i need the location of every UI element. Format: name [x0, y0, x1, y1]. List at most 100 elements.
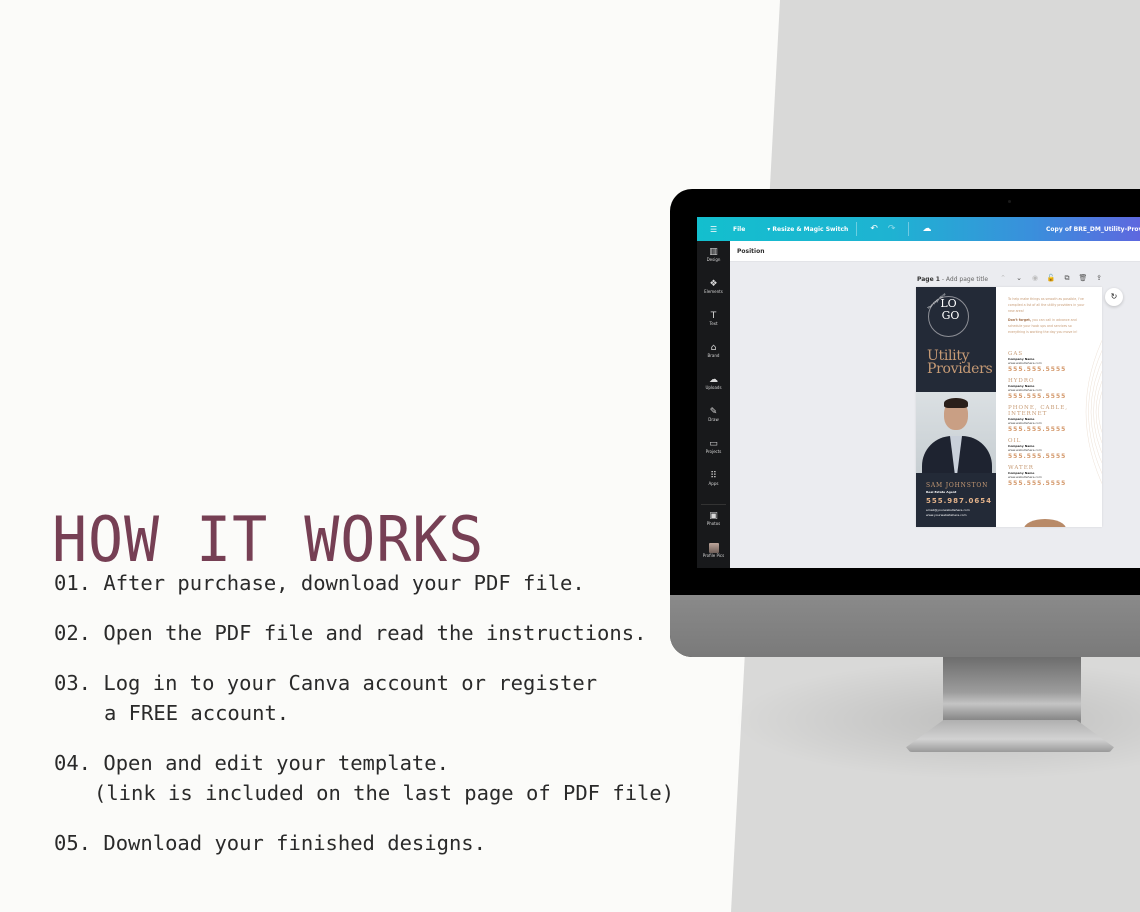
sidebar-item-label: Draw: [708, 417, 719, 422]
step-text: Open and edit your template.: [103, 751, 449, 775]
step-number: 04.: [54, 751, 92, 775]
page-number: Page 1: [917, 276, 940, 283]
sidebar-item-elements[interactable]: ❖ Elements: [697, 279, 730, 295]
sidebar-divider: [701, 504, 726, 505]
utility-item: PHONE, CABLE, INTERNET Company Name www.we…: [1008, 405, 1068, 433]
step-text: Open the PDF file and read the instructi…: [103, 621, 647, 645]
lock-icon[interactable]: 🔓: [1043, 274, 1059, 282]
utility-item: WATER Company Name www.websitehere.com 555.…: [1008, 465, 1067, 487]
utility-item: HYDRO Company Name www.websitehere.com 555.…: [1008, 378, 1067, 400]
draw-pen-icon: ✎: [709, 407, 718, 417]
sidebar-item-projects[interactable]: ▭ Projects: [697, 439, 730, 455]
sidebar-item-label: Text: [709, 321, 718, 326]
agent-website: www.yourwebsitehere.com: [926, 513, 967, 517]
design-left-column: Your Logo Here LO GO Utility Providers S…: [916, 287, 996, 527]
sidebar-item-uploads[interactable]: ☁ Uploads: [697, 375, 730, 391]
agent-name: SAM JOHNSTON: [926, 482, 989, 489]
refresh-icon[interactable]: ↻: [1105, 288, 1123, 306]
text-icon: T: [710, 311, 717, 321]
sidebar-item-photos[interactable]: ▣ Photos: [697, 511, 730, 527]
step-item: 05. Download your finished designs.: [54, 828, 674, 858]
profile-pic-thumbnail-icon: [708, 543, 719, 553]
step-continuation: (link is included on the last page of PD…: [94, 781, 675, 805]
cloud-save-icon[interactable]: ☁: [922, 224, 931, 234]
step-item: 01. After purchase, download your PDF fi…: [54, 568, 674, 598]
agent-role: Real Estate Agent: [926, 490, 957, 494]
move-down-icon[interactable]: ⌄: [1011, 274, 1027, 282]
step-continuation: a FREE account.: [104, 701, 290, 725]
sidebar-item-draw[interactable]: ✎ Draw: [697, 407, 730, 423]
document-title[interactable]: Copy of BRE_DM_Utility-Provid: [1046, 226, 1140, 233]
sidebar-item-brand[interactable]: ⌂ Brand: [697, 343, 730, 359]
folder-icon: ▭: [709, 439, 718, 449]
agent-info-panel: SAM JOHNSTON Real Estate Agent 555.987.0…: [916, 473, 996, 527]
sidebar-item-label: Brand: [707, 353, 720, 358]
camera-icon: [1008, 200, 1011, 203]
upload-cloud-icon: ☁: [709, 375, 718, 385]
agent-email: email@yourwebsitehere.com: [926, 508, 970, 512]
decorative-arcs: [1085, 340, 1102, 484]
sidebar-item-label: Photos: [706, 521, 721, 526]
file-menu-button[interactable]: File: [733, 226, 745, 233]
step-text: Download your finished designs.: [103, 831, 486, 855]
divider: [908, 222, 910, 236]
divider: [856, 222, 858, 236]
logo-panel: Your Logo Here LO GO Utility Providers: [916, 287, 996, 392]
add-page-icon[interactable]: ⇪: [1091, 274, 1107, 282]
steps-list: 01. After purchase, download your PDF fi…: [54, 568, 674, 878]
sidebar-item-design[interactable]: ▥ Design: [697, 247, 730, 263]
canva-sidebar: ▥ Design ❖ Elements T Text ⌂ Brand ☁ Uploads …: [697, 241, 730, 568]
design-title: Utility Providers: [927, 348, 993, 377]
step-number: 03.: [54, 671, 92, 695]
sidebar-item-profile-pics[interactable]: Profile Pics: [697, 543, 730, 559]
agent-phone: 555.987.0654: [926, 497, 993, 505]
apps-grid-icon: ⠿: [710, 471, 717, 481]
resize-magic-switch-button[interactable]: ▾ Resize & Magic Switch: [767, 226, 848, 233]
step-text: After purchase, download your PDF file.: [103, 571, 585, 595]
sidebar-item-label: Uploads: [705, 385, 722, 390]
photos-icon: ▣: [709, 511, 718, 521]
monitor-base: [906, 720, 1114, 752]
sidebar-item-label: Projects: [705, 449, 722, 454]
step-number: 01.: [54, 571, 92, 595]
canva-topbar: ☰ File ▾ Resize & Magic Switch ↶ ↷ ☁ Cop…: [697, 217, 1140, 241]
delete-icon[interactable]: 🗑: [1075, 274, 1091, 282]
step-number: 02.: [54, 621, 92, 645]
utility-item: OIL Company Name www.websitehere.com 555.55…: [1008, 438, 1067, 460]
page-header: Page 1 - Add page title: [917, 276, 989, 283]
design-icon: ▥: [709, 247, 718, 257]
utility-list: GAS Company Name www.websitehere.com 555.55…: [1008, 351, 1070, 492]
canva-editor-screen: ☰ File ▾ Resize & Magic Switch ↶ ↷ ☁ Cop…: [697, 217, 1140, 568]
redo-icon[interactable]: ↷: [888, 224, 896, 234]
design-page[interactable]: Your Logo Here LO GO Utility Providers S…: [916, 287, 1102, 527]
page-tools: ⌃ ⌄ ◉ 🔓 ⧉ 🗑 ⇪: [995, 274, 1107, 283]
position-button[interactable]: Position: [737, 248, 764, 255]
move-up-icon[interactable]: ⌃: [995, 274, 1011, 282]
agent-photo: [916, 392, 996, 473]
step-item: 03. Log in to your Canva account or regi…: [54, 668, 674, 728]
sidebar-item-label: Elements: [704, 289, 723, 294]
step-text: Log in to your Canva account or register: [103, 671, 598, 695]
monitor-mockup: ☰ File ▾ Resize & Magic Switch ↶ ↷ ☁ Cop…: [670, 189, 1140, 657]
page-title-input[interactable]: Add page title: [946, 276, 988, 283]
context-toolbar: Position: [730, 241, 1140, 262]
sidebar-item-label: Design: [706, 257, 721, 262]
sidebar-item-text[interactable]: T Text: [697, 311, 730, 327]
step-number: 05.: [54, 831, 92, 855]
sidebar-item-label: Apps: [708, 481, 719, 486]
design-right-column: To help make things as smooth as possibl…: [996, 287, 1102, 527]
sidebar-item-label: Profile Pics: [702, 553, 725, 558]
logo-text-bottom: GO: [941, 309, 960, 322]
elements-icon: ❖: [709, 279, 718, 289]
step-item: 02. Open the PDF file and read the instr…: [54, 618, 674, 648]
hamburger-icon[interactable]: ☰: [710, 225, 717, 234]
utility-item: GAS Company Name www.websitehere.com 555.55…: [1008, 351, 1067, 373]
brand-icon: ⌂: [710, 343, 717, 353]
intro-text: To help make things as smooth as possibl…: [1008, 297, 1085, 334]
duplicate-icon[interactable]: ⧉: [1059, 274, 1075, 283]
hide-eye-icon[interactable]: ◉: [1027, 274, 1043, 282]
sidebar-item-apps[interactable]: ⠿ Apps: [697, 471, 730, 487]
step-item: 04. Open and edit your template. (link is…: [54, 748, 674, 808]
monitor-chin: [670, 595, 1140, 657]
undo-icon[interactable]: ↶: [870, 224, 878, 234]
